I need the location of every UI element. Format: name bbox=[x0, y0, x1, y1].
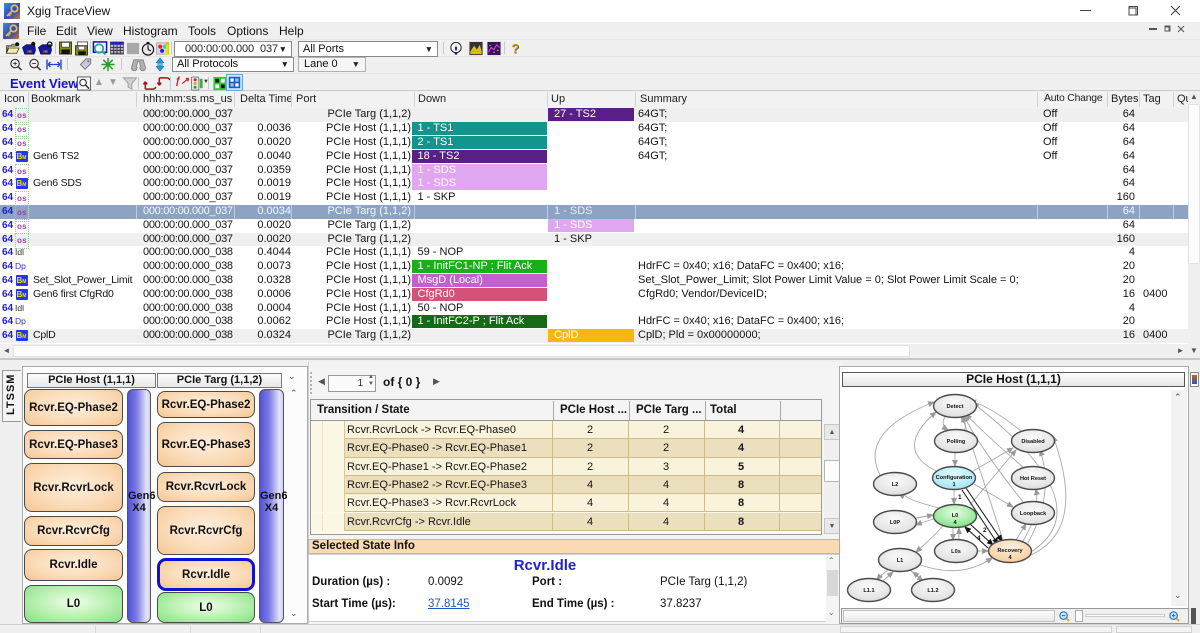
svg-text:L0: L0 bbox=[952, 513, 959, 519]
svg-text:2: 2 bbox=[983, 527, 987, 534]
svg-text:1: 1 bbox=[952, 482, 955, 488]
svg-text:1: 1 bbox=[958, 494, 962, 501]
svg-text:Disabled: Disabled bbox=[1021, 439, 1045, 445]
svg-text:L1.2: L1.2 bbox=[927, 588, 938, 594]
svg-text:L1: L1 bbox=[897, 558, 904, 564]
svg-text:Recovery: Recovery bbox=[997, 548, 1023, 554]
svg-text:L0P: L0P bbox=[890, 520, 901, 526]
svg-text:L1.1: L1.1 bbox=[863, 588, 874, 594]
svg-text:L2: L2 bbox=[892, 482, 899, 488]
svg-text:Hot Reset: Hot Reset bbox=[1020, 476, 1046, 482]
svg-text:L0s: L0s bbox=[951, 549, 961, 555]
svg-text:4: 4 bbox=[977, 535, 981, 542]
svg-text:Polling: Polling bbox=[947, 439, 966, 445]
svg-text:Loopback: Loopback bbox=[1020, 511, 1047, 517]
svg-text:Configuration: Configuration bbox=[936, 475, 973, 481]
svg-text:Detect: Detect bbox=[946, 404, 963, 410]
